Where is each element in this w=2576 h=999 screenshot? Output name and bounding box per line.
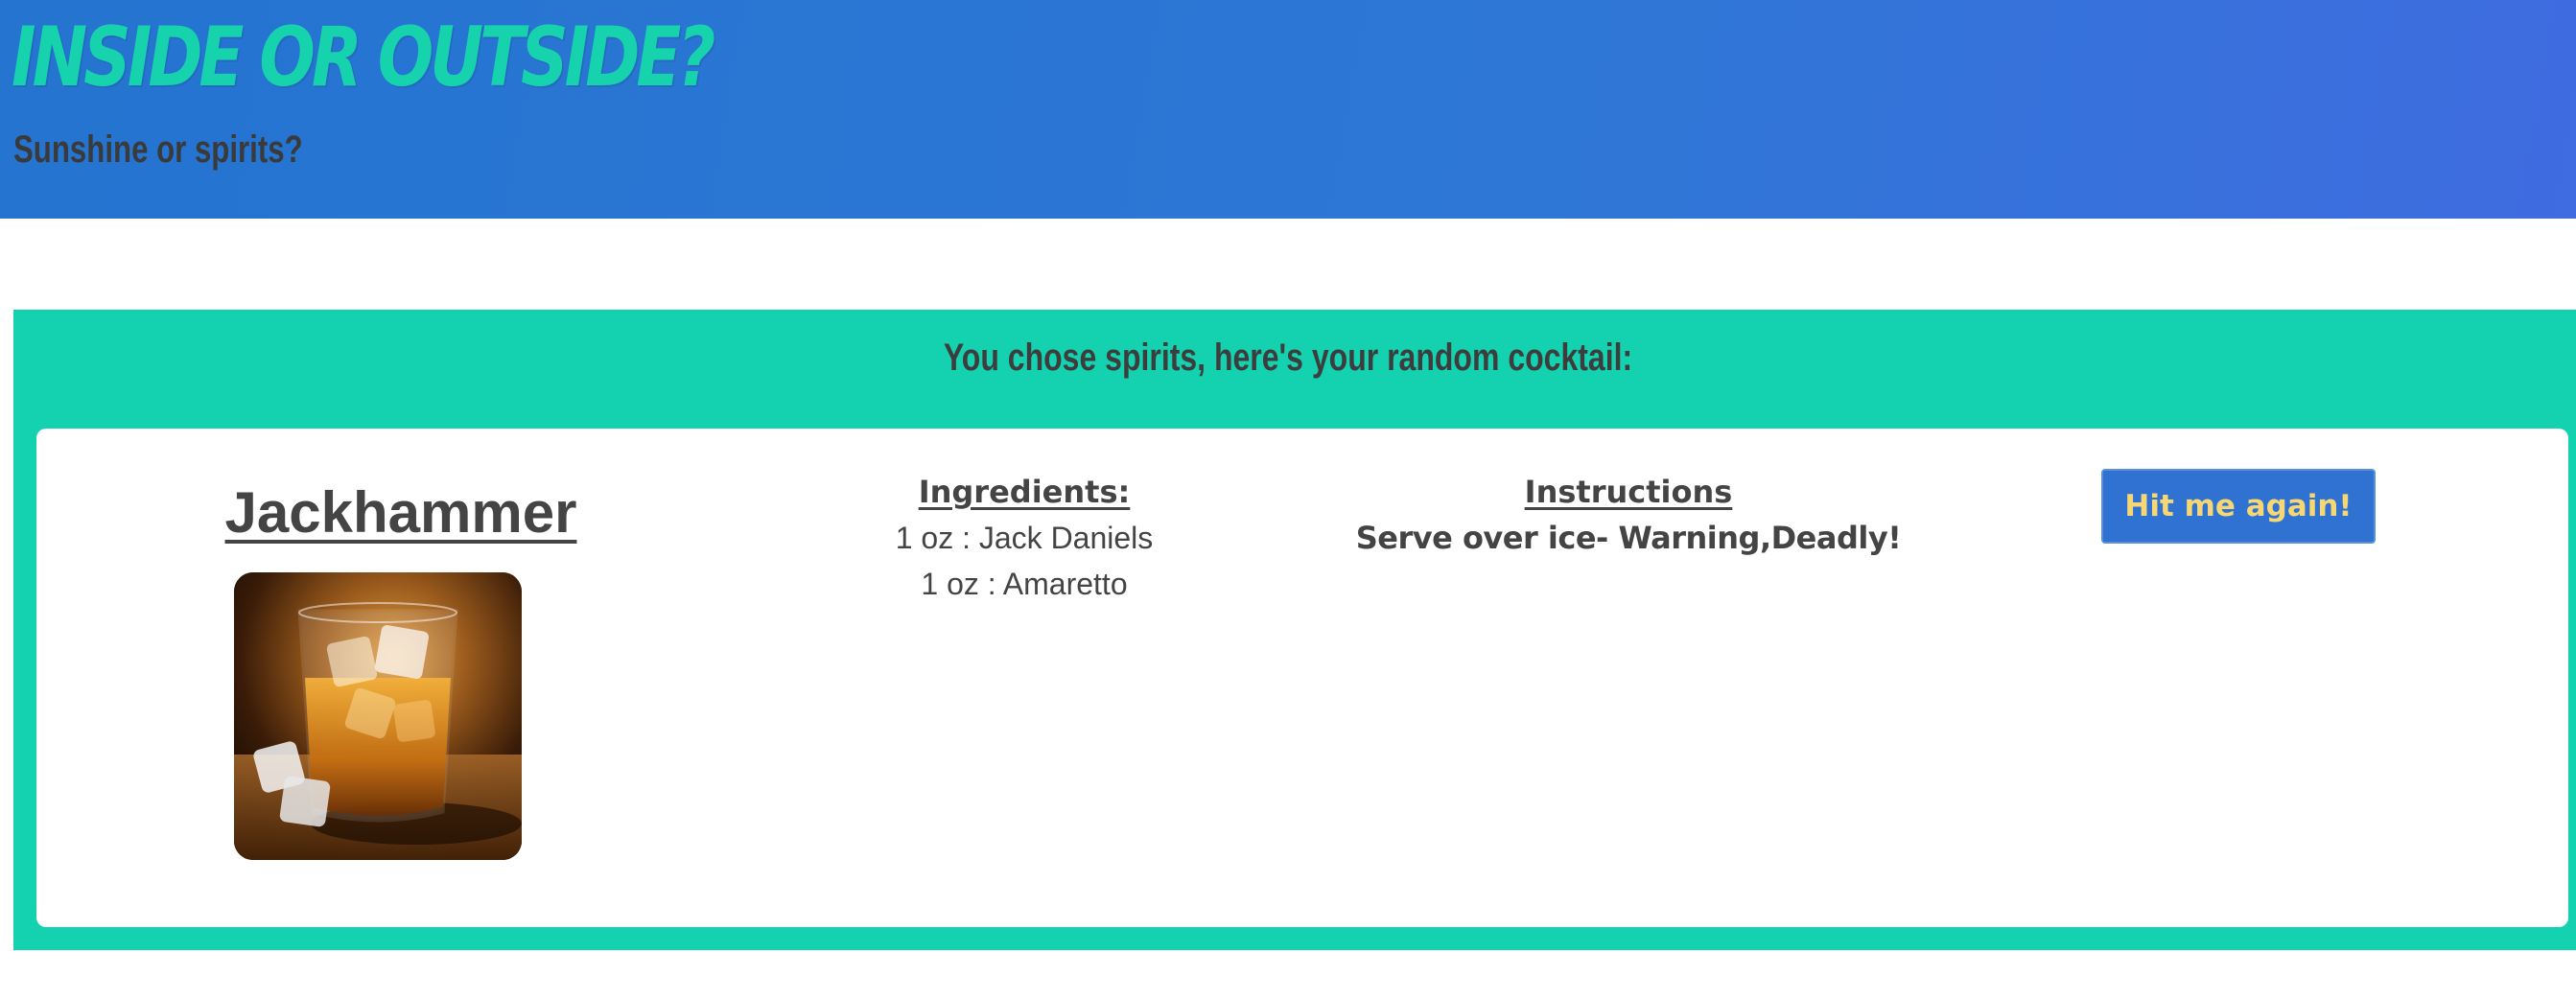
ingredient-item: 1 oz : Jack Daniels [895, 521, 1154, 555]
drink-name: Jackhammer [224, 480, 577, 545]
site-tagline: Sunshine or spirits? [13, 128, 303, 171]
ingredients-heading: Ingredients: [918, 474, 1131, 510]
instructions-heading: Instructions [1524, 474, 1733, 510]
hit-me-again-button[interactable]: Hit me again! [2101, 469, 2376, 544]
instructions-section: Instructions Serve over ice- Warning,Dea… [1302, 469, 1955, 561]
whiskey-glass-icon [234, 572, 522, 860]
cocktail-card: Jackhammer Ingredients: 1 oz: Jack Dani… [36, 429, 2568, 927]
cocktail-result-panel: You chose spirits, here's your random co… [13, 310, 2576, 950]
result-heading: You chose spirits, here's your random co… [943, 337, 1633, 379]
site-header: INSIDE OR OUTSIDE? Sunshine or spirits? [0, 0, 2576, 219]
ingredients-section: Ingredients: 1 oz : Jack Daniels 1 oz : … [756, 469, 1293, 607]
drink-image [234, 572, 522, 860]
site-title: INSIDE OR OUTSIDE? [12, 10, 715, 105]
ingredient-item: 1 oz : Amaretto [921, 567, 1128, 601]
instructions-text: Serve over ice- Warning,Deadly! [1355, 520, 1902, 556]
